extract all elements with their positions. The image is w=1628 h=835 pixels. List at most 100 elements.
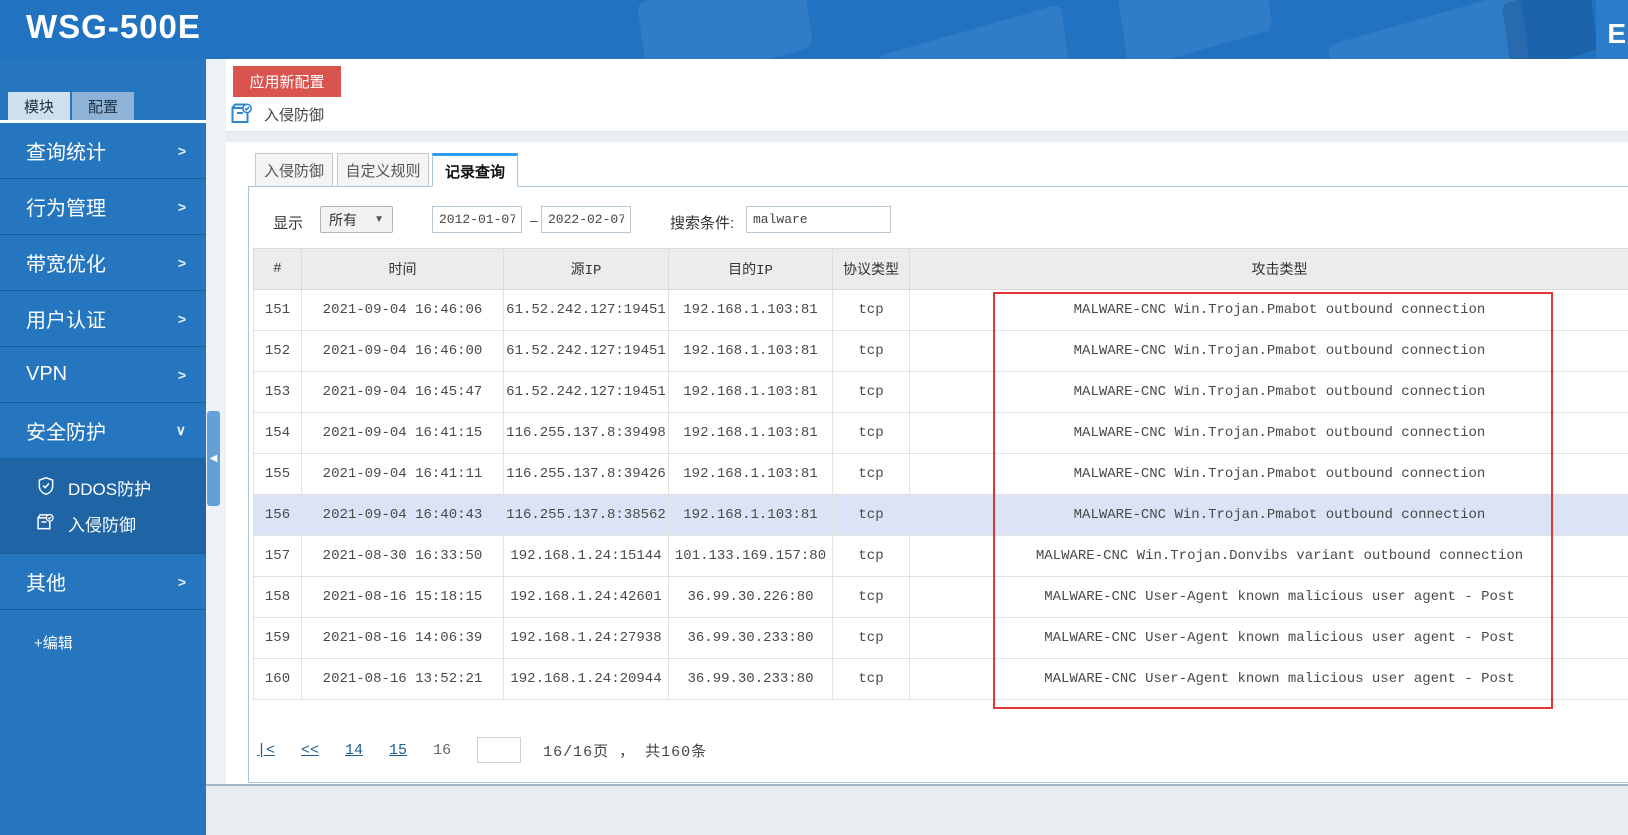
sidebar-menu: 查询统计 > 行为管理 > 带宽优化 > 用户认证 > VPN > 安全防护 ∨ DDOS防护 入侵防御其… <box>0 123 206 653</box>
table-cell: tcp <box>832 658 910 700</box>
table-cell: 36.99.30.233:80 <box>668 617 833 659</box>
table-cell: tcp <box>832 494 910 536</box>
page-input[interactable] <box>477 737 522 763</box>
table-cell: tcp <box>832 453 910 495</box>
breadcrumb: 入侵防御 <box>230 101 324 127</box>
page-current: 16 <box>433 741 452 759</box>
show-label: 显示 <box>273 215 304 232</box>
show-select[interactable]: 所有 ▼ <box>320 206 393 233</box>
search-input[interactable] <box>746 206 891 233</box>
page-link-15[interactable]: 15 <box>389 742 407 759</box>
table-cell: tcp <box>832 289 910 331</box>
sidebar-item-查询统计[interactable]: 查询统计 > <box>0 123 206 179</box>
sidebar-item-label: 用户认证 <box>26 310 106 332</box>
sidebar-item-label: 行为管理 <box>26 198 106 220</box>
bottom-strip <box>206 786 1628 835</box>
chevron-right-icon: > <box>177 198 186 215</box>
table-cell: MALWARE-CNC User-Agent known malicious u… <box>909 658 1628 700</box>
record-query-panel: 显示 所有 ▼ – 搜索条件: #时间源IP目的IP协议类型攻击类型 15120… <box>248 186 1628 783</box>
table-cell: 2021-09-04 16:41:11 <box>301 453 504 495</box>
table-cell: tcp <box>832 371 910 413</box>
table-cell: 2021-09-04 16:46:06 <box>301 289 504 331</box>
table-cell: tcp <box>832 576 910 618</box>
table-cell: tcp <box>832 412 910 454</box>
page-prev-link[interactable]: << <box>301 742 319 759</box>
table-row[interactable]: 158 2021-08-16 15:18:15 192.168.1.24:42601… <box>253 576 1628 618</box>
table-row[interactable]: 153 2021-09-04 16:45:47 61.52.242.127:1945… <box>253 371 1628 413</box>
chevron-right-icon: > <box>177 573 186 590</box>
table-row[interactable]: 160 2021-08-16 13:52:21 192.168.1.24:20944… <box>253 658 1628 700</box>
sidebar-tab-config[interactable]: 配置 <box>72 92 134 120</box>
page-first-link[interactable]: |< <box>257 742 275 759</box>
table-cell: 192.168.1.24:27938 <box>503 617 669 659</box>
chevron-right-icon: > <box>177 254 186 271</box>
page-link-14[interactable]: 14 <box>345 742 363 759</box>
table-cell: 192.168.1.103:81 <box>668 494 833 536</box>
column-header: 目的IP <box>668 248 833 290</box>
table-cell: 2021-08-16 14:06:39 <box>301 617 504 659</box>
sidebar-item-label: VPN <box>26 363 68 385</box>
table-row[interactable]: 155 2021-09-04 16:41:11 116.255.137.8:3942… <box>253 453 1628 495</box>
apply-config-button[interactable]: 应用新配置 <box>233 66 341 97</box>
sidebar-item-其他[interactable]: 其他 > <box>0 554 206 610</box>
keyboard-decor <box>878 3 1072 59</box>
table-cell: 157 <box>253 535 302 577</box>
table-row[interactable]: 151 2021-09-04 16:46:06 61.52.242.127:1945… <box>253 289 1628 331</box>
table-cell: 158 <box>253 576 302 618</box>
header-right-text[interactable]: E <box>1607 18 1626 50</box>
sidebar-item-label: 其他 <box>26 573 66 595</box>
tab-custom-rules[interactable]: 自定义规则 <box>337 153 429 187</box>
table-cell: 2021-08-16 15:18:15 <box>301 576 504 618</box>
sidebar-item-带宽优化[interactable]: 带宽优化 > <box>0 235 206 291</box>
table-cell: MALWARE-CNC Win.Trojan.Pmabot outbound c… <box>909 494 1628 536</box>
shield-check-icon <box>36 476 58 498</box>
tab-intrusion-prevention[interactable]: 入侵防御 <box>255 153 333 187</box>
table-cell: 2021-09-04 16:40:43 <box>301 494 504 536</box>
content-divider-band <box>226 131 1628 142</box>
records-table-header: # 时间 源IP 目的IP 协议类型 攻击类型 <box>253 248 1628 290</box>
page-links: 14 15 <box>345 742 433 759</box>
sidebar-collapse-handle[interactable]: ◀ <box>207 411 220 506</box>
submenu-item-label: 入侵防御 <box>68 515 136 535</box>
table-cell: MALWARE-CNC Win.Trojan.Pmabot outbound c… <box>909 330 1628 372</box>
table-row[interactable]: 159 2021-08-16 14:06:39 192.168.1.24:27938… <box>253 617 1628 659</box>
sidebar-item-VPN[interactable]: VPN > <box>0 347 206 403</box>
sidebar-tab-modules[interactable]: 模块 <box>8 92 70 120</box>
column-header: 协议类型 <box>832 248 910 290</box>
table-cell: 192.168.1.103:81 <box>668 412 833 454</box>
table-cell: tcp <box>832 535 910 577</box>
table-cell: 192.168.1.103:81 <box>668 330 833 372</box>
table-cell: 192.168.1.103:81 <box>668 453 833 495</box>
table-cell: 61.52.242.127:19451 <box>503 371 669 413</box>
date-range-separator: – <box>530 212 538 228</box>
table-cell: tcp <box>832 617 910 659</box>
date-to-input[interactable] <box>541 206 631 233</box>
table-cell: MALWARE-CNC Win.Trojan.Pmabot outbound c… <box>909 453 1628 495</box>
sidebar-tabs: 模块 配置 <box>8 92 136 120</box>
column-header: 源IP <box>503 248 669 290</box>
table-cell: 2021-09-04 16:41:15 <box>301 412 504 454</box>
submenu-item-DDOS防护[interactable]: DDOS防护 <box>0 469 206 505</box>
sidebar-item-用户认证[interactable]: 用户认证 > <box>0 291 206 347</box>
chevron-down-icon: ∨ <box>175 422 186 438</box>
submenu-item-入侵防御[interactable]: 入侵防御 <box>0 505 206 541</box>
chevron-right-icon: > <box>177 142 186 159</box>
table-row[interactable]: 154 2021-09-04 16:41:15 116.255.137.8:3949… <box>253 412 1628 454</box>
table-row[interactable]: 152 2021-09-04 16:46:00 61.52.242.127:1945… <box>253 330 1628 372</box>
intrusion-box-badge-icon <box>230 102 254 126</box>
table-cell: 192.168.1.103:81 <box>668 289 833 331</box>
sidebar-item-安全防护[interactable]: 安全防护 ∨ <box>0 403 206 459</box>
sidebar-edit-link[interactable]: +编辑 <box>34 632 206 653</box>
sidebar-item-行为管理[interactable]: 行为管理 > <box>0 179 206 235</box>
table-cell: 61.52.242.127:19451 <box>503 330 669 372</box>
table-row[interactable]: 157 2021-08-30 16:33:50 192.168.1.24:15144… <box>253 535 1628 577</box>
table-cell: 154 <box>253 412 302 454</box>
page-summary: 16/16页 ， 共160条 <box>543 743 708 761</box>
submenu-item-label: DDOS防护 <box>68 479 152 499</box>
table-cell: 61.52.242.127:19451 <box>503 289 669 331</box>
table-row[interactable]: 156 2021-09-04 16:40:43 116.255.137.8:3856… <box>253 494 1628 536</box>
tab-record-query[interactable]: 记录查询 <box>432 153 518 187</box>
chevron-down-icon: ▼ <box>374 214 384 225</box>
table-cell: 2021-09-04 16:46:00 <box>301 330 504 372</box>
date-from-input[interactable] <box>432 206 522 233</box>
